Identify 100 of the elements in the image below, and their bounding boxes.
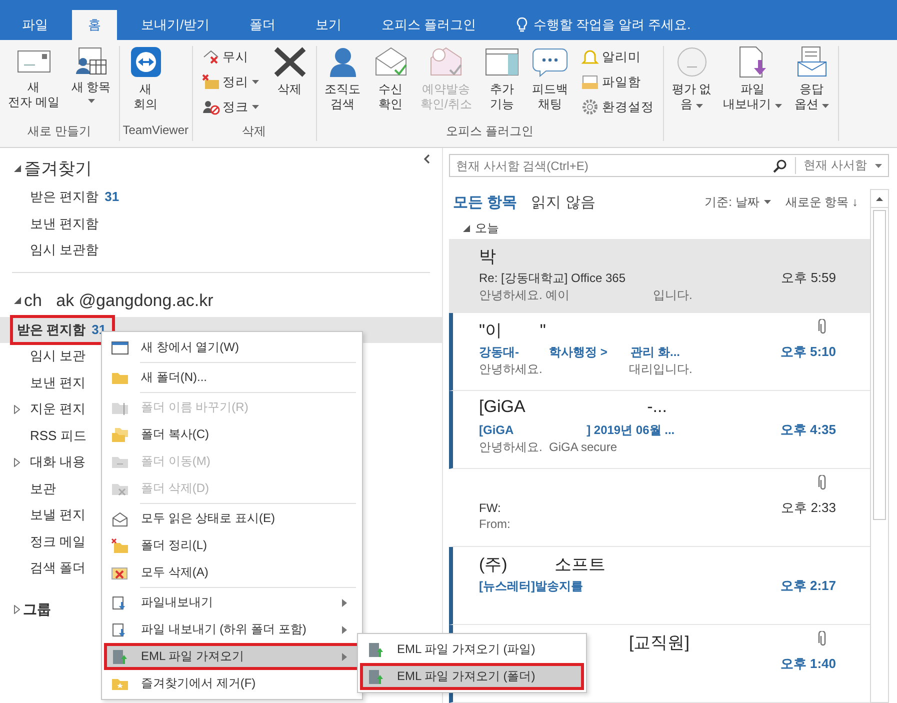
caret-icon — [252, 105, 258, 109]
sender-name: (주) 소프트 — [479, 555, 606, 574]
scrollbar[interactable] — [870, 189, 889, 703]
caret-icon — [875, 164, 882, 168]
ribbon-tab[interactable]: 오피스 플러그인 — [366, 10, 492, 40]
tell-me-search[interactable]: 수행할 작업을 알려 주세요. — [512, 10, 695, 40]
sender-name: 박 — [479, 247, 496, 266]
ribbon-button[interactable]: 응답 옵션 — [788, 46, 835, 123]
search-field[interactable]: 현재 사서함 검색(Ctrl+E) 현재 사서함 — [449, 154, 889, 177]
menu-item[interactable]: 폴더 복사(C) — [104, 421, 360, 448]
message-time: 오후 5:59 — [781, 269, 836, 287]
sort-dropdown[interactable]: 기준: 날짜 — [704, 194, 772, 210]
ribbon-button[interactable]: 파일 내보내기 — [718, 46, 787, 123]
gear-icon — [580, 99, 599, 115]
filter-tab[interactable]: 모든 항목 — [453, 192, 518, 212]
filter-tab[interactable]: 읽지 않음 — [531, 192, 596, 212]
caret-icon — [822, 104, 829, 108]
message-preview: 안녕하세요. GiGA secure — [479, 440, 618, 454]
folders-icon — [111, 426, 129, 442]
menu-item[interactable]: 새 폴더(N)... — [104, 364, 360, 391]
expanded-triangle-icon — [463, 224, 470, 232]
collapsed-triangle-icon — [14, 605, 20, 614]
message-time: 오후 1:40 — [780, 655, 836, 673]
ignore-icon — [202, 49, 220, 65]
ribbon-button[interactable]: 새 항목 — [66, 46, 116, 123]
expanded-triangle-icon — [14, 164, 21, 172]
ribbon-button[interactable]: 정리 — [200, 71, 260, 93]
expanded-triangle-icon — [14, 297, 21, 304]
menu-item[interactable]: EML 파일 가져오기 (폴더) — [360, 663, 584, 690]
menu-item[interactable]: 폴더 정리(L) — [104, 532, 360, 559]
delete-x-icon — [272, 46, 308, 78]
junk-icon — [202, 99, 220, 115]
ribbon-button[interactable]: 수신 확인 — [368, 46, 414, 123]
caret-icon — [252, 80, 258, 84]
submenu-arrow-icon — [342, 598, 347, 606]
message-item[interactable]: (주) 소프트 [뉴스레터]발송지를 오후 2:17 — [449, 547, 870, 625]
ribbon-button[interactable]: 평가 없 음 — [666, 46, 716, 123]
folder-item[interactable]: 지운 편지 — [30, 400, 86, 418]
section-header[interactable]: 즐겨찾기 — [24, 156, 92, 180]
folder-item[interactable]: 보낼 편지 — [30, 506, 86, 524]
ribbon-button[interactable]: 새 전자 메일 — [3, 46, 64, 123]
window-icon — [111, 340, 129, 356]
ribbon-button[interactable]: 파일함 — [578, 71, 656, 93]
import-icon — [367, 668, 385, 684]
group-header: 오늘 — [475, 220, 499, 236]
ribbon-tab[interactable]: 파일 — [6, 10, 64, 40]
folder-cleanup-icon — [111, 538, 129, 554]
folder-item[interactable]: 대화 내용 — [30, 453, 86, 472]
group-label: 삭제 — [241, 123, 267, 140]
folder-item[interactable]: 임시 보관 — [30, 347, 86, 366]
paperclip-icon — [818, 475, 828, 491]
menu-item[interactable]: 파일내보내기 — [104, 589, 360, 616]
collapse-chevron-icon[interactable] — [423, 154, 430, 164]
message-subject: 강동대- 학사행정 > 관리 화... — [479, 344, 680, 358]
caret-icon — [774, 104, 782, 108]
order-toggle[interactable]: 새로운 항목 ↓ — [785, 194, 858, 210]
ribbon-button[interactable]: 정크 — [200, 96, 260, 118]
caret-icon — [696, 104, 703, 108]
menu-item[interactable]: 모두 삭제(A) — [104, 559, 360, 586]
folder-item[interactable]: 보낸 편지함 — [30, 214, 99, 233]
message-item[interactable]: 박 Re: [강동대학교] Office 365 오후 5:59 안녕하세요. 예이 입니다. — [449, 239, 870, 313]
ribbon-button[interactable]: 조직도 검색 — [320, 46, 366, 123]
message-item[interactable]: [GiGA -... [GiGA ] 2019년 06월 ... 오후 4:35 안녕하세요. GiGA secure — [449, 391, 870, 469]
ribbon-button[interactable]: 피드백 채팅 — [526, 46, 573, 123]
ribbon-button[interactable]: 알리미 — [578, 46, 656, 68]
message-time: 오후 5:10 — [780, 343, 836, 361]
menu-item[interactable]: 즐겨찾기에서 제거(F) — [104, 670, 360, 697]
menu-item[interactable]: 파일 내보내기 (하위 폴더 포함) — [104, 616, 360, 643]
group-label: 새로 만들기 — [26, 123, 92, 140]
folder-item[interactable]: 임시 보관함 — [30, 241, 99, 260]
import-icon — [111, 648, 129, 664]
folder-item[interactable]: RSS 피드 — [30, 426, 86, 445]
folder-item[interactable]: 보관 — [30, 480, 56, 498]
ribbon-tab[interactable]: 보내기/받기 — [125, 10, 226, 40]
ribbon-tab[interactable]: 폴더 — [234, 10, 292, 40]
folder-item[interactable]: 검색 폴더 — [30, 559, 86, 578]
ribbon-button[interactable]: 무시 — [200, 46, 260, 68]
menu-item[interactable]: 모두 읽은 상태로 표시(E) — [104, 505, 360, 532]
section-header[interactable]: 그룹 — [23, 600, 51, 618]
ribbon-button[interactable]: 삭제 — [266, 46, 312, 123]
ribbon-button[interactable]: 새 회의 — [122, 46, 169, 123]
paperclip-icon — [818, 631, 828, 647]
ribbon-tab[interactable]: 홈 — [72, 10, 117, 40]
menu-item[interactable]: EML 파일 가져오기 — [104, 643, 360, 670]
ribbon-button[interactable]: 환경설정 — [578, 96, 656, 118]
folder-item[interactable]: 받은 편지함 31 — [30, 188, 120, 206]
folder-item[interactable]: 보낸 편지 — [30, 374, 86, 392]
scope-dropdown[interactable]: 현재 사서함 — [794, 157, 888, 174]
ribbon-tab[interactable]: 보기 — [300, 10, 358, 40]
submenu-arrow-icon — [342, 652, 347, 660]
tray-icon — [580, 74, 599, 90]
message-subject: FW: — [479, 501, 501, 515]
ribbon-button[interactable]: 추가 기능 — [478, 46, 525, 123]
panel-icon — [484, 46, 520, 78]
message-item[interactable]: "이 " 강동대- 학사행정 > 관리 화... 오후 5:10 안녕하세요. 대리입니다. — [449, 313, 870, 391]
message-preview: 안녕하세요. 예이 입니다. — [479, 288, 692, 302]
collapsed-triangle-icon — [14, 458, 20, 467]
caret-icon — [88, 99, 95, 103]
folder-item[interactable]: 정크 메일 — [30, 532, 86, 551]
section-header[interactable]: ch ak @gangdong.ac.kr — [24, 290, 214, 310]
